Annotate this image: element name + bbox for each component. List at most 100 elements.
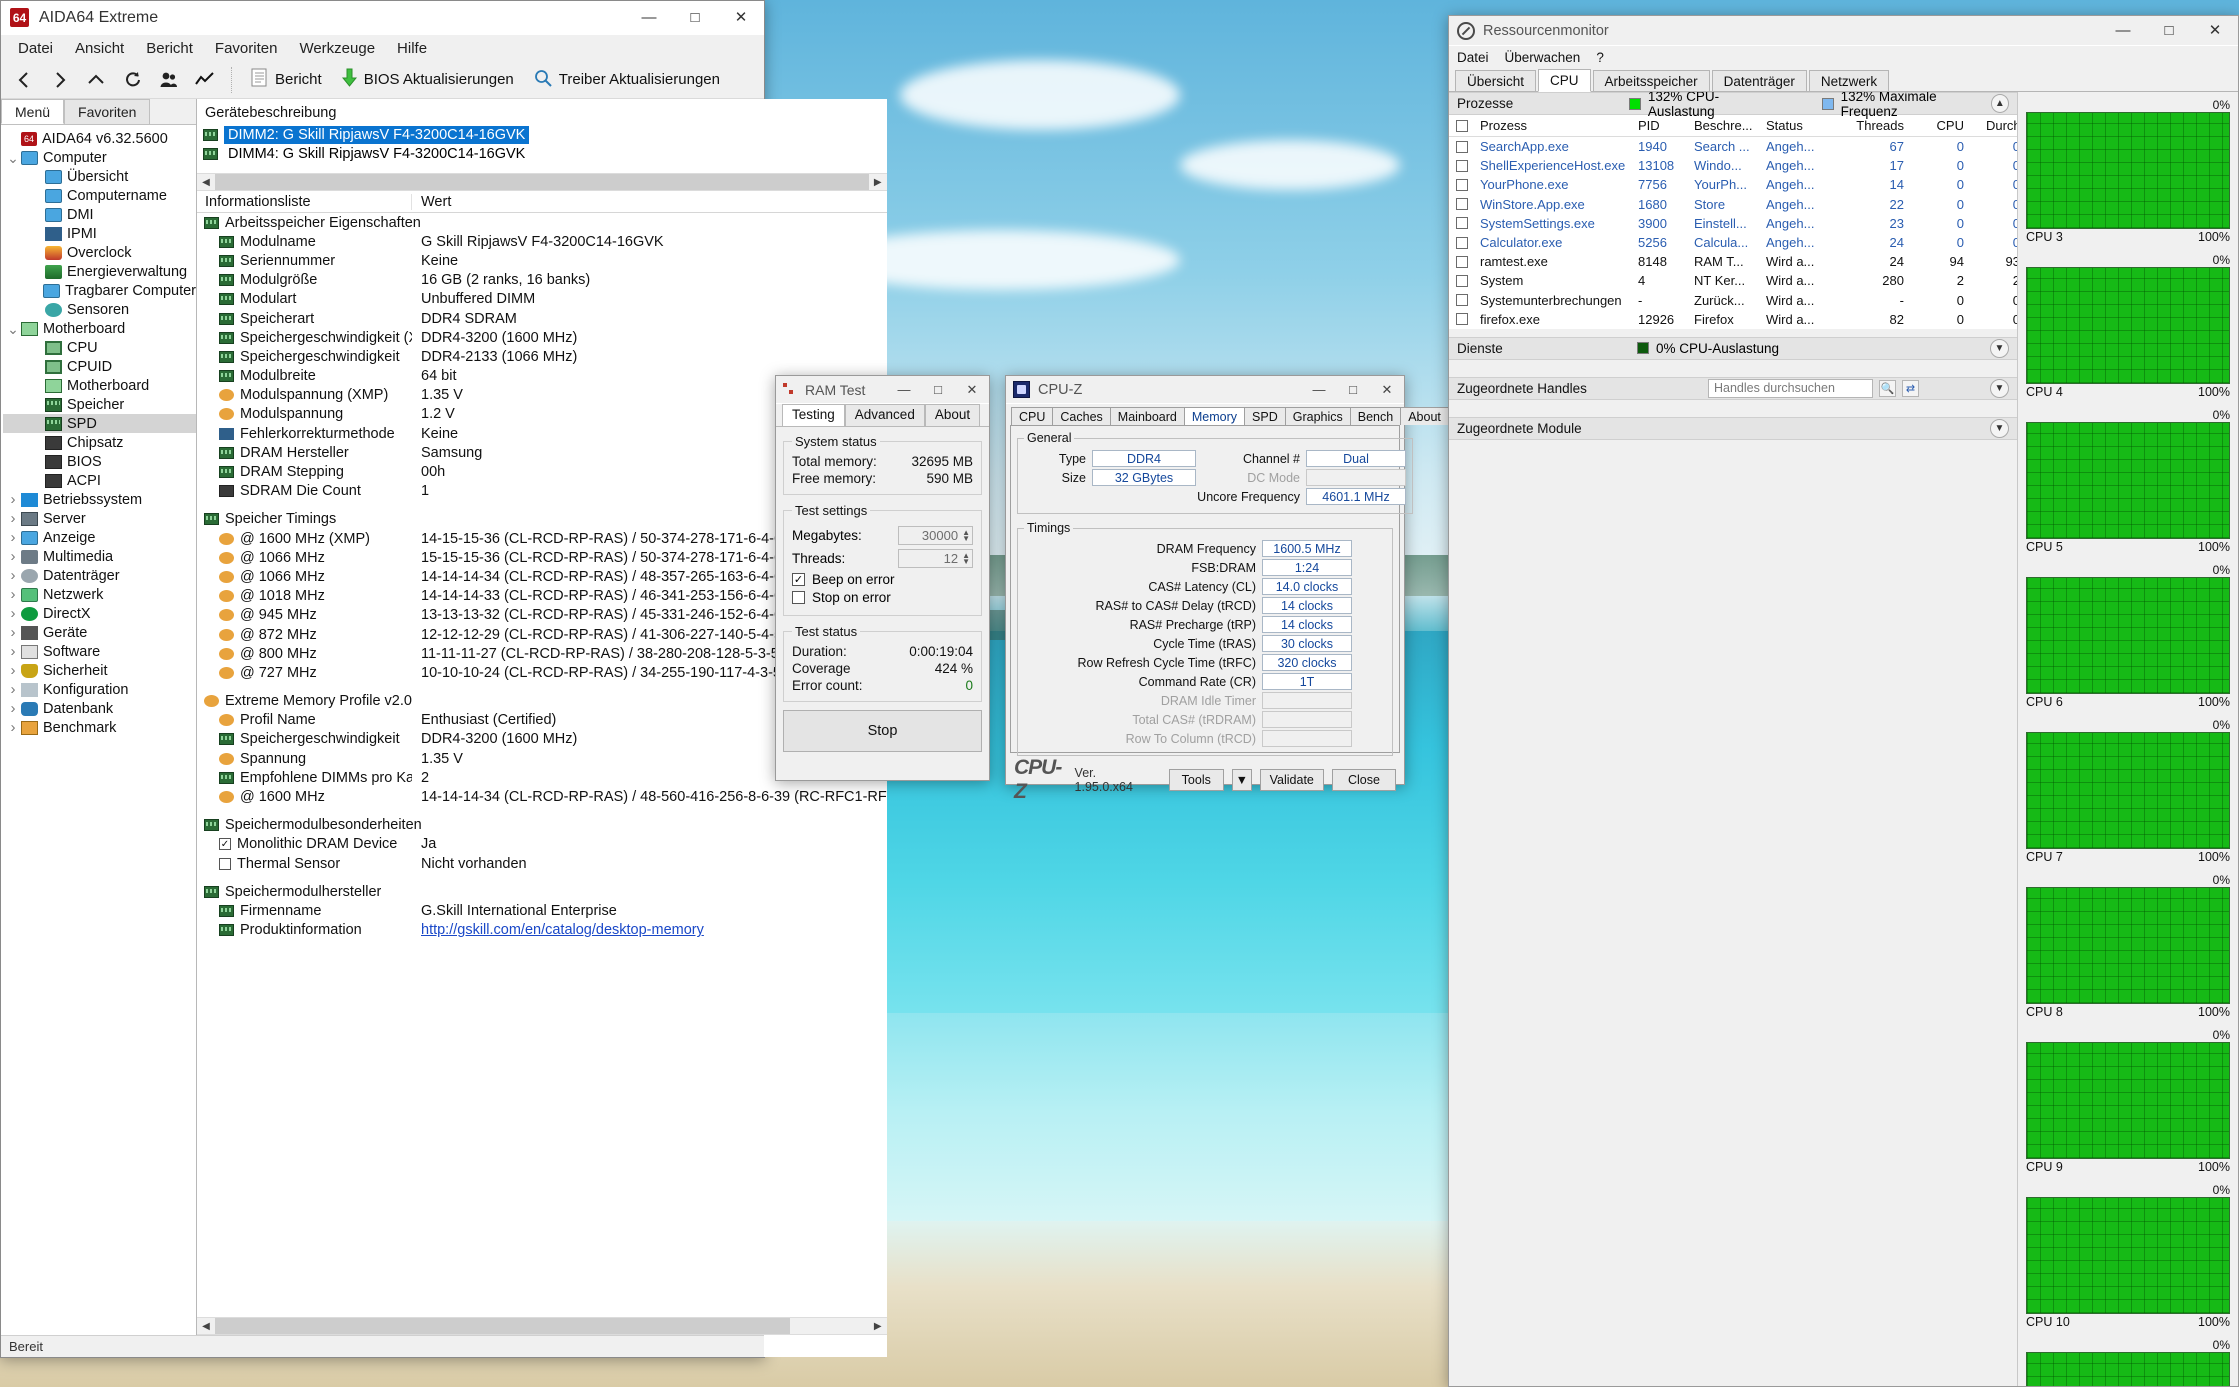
- tab-menue[interactable]: Menü: [1, 99, 65, 124]
- sidebar-item-konfiguration[interactable]: › Konfiguration: [3, 680, 196, 699]
- tab-about[interactable]: About: [924, 404, 981, 426]
- handles-search[interactable]: Handles durchsuchen 🔍 ⇄: [1708, 378, 1919, 398]
- maximize-icon[interactable]: □: [672, 1, 718, 34]
- tab-spd[interactable]: SPD: [1244, 407, 1286, 425]
- menu-ueberwachen[interactable]: Überwachen: [1505, 50, 1581, 65]
- resmon-window-buttons[interactable]: — □ ✕: [2100, 16, 2238, 45]
- hscroll-thumb[interactable]: [215, 174, 869, 190]
- filter-icon[interactable]: ⇄: [1902, 379, 1919, 397]
- select-all-checkbox[interactable]: [1449, 119, 1475, 132]
- tab-mainboard[interactable]: Mainboard: [1109, 407, 1185, 425]
- chevron-right-icon[interactable]: ›: [5, 491, 21, 508]
- sidebar-item-chipsatz[interactable]: Chipsatz: [3, 433, 196, 452]
- scroll-right-icon[interactable]: ▶: [869, 177, 887, 188]
- sidebar-item-sicherheit[interactable]: › Sicherheit: [3, 661, 196, 680]
- chevron-down-icon[interactable]: ⌄: [5, 151, 21, 165]
- sidebar-item-energieverwaltung[interactable]: Energieverwaltung: [3, 262, 196, 281]
- table-row[interactable]: Calculator.exe 5256 Calcula... Angeh... 24 00…: [1449, 233, 2017, 252]
- sidebar-item-sensoren[interactable]: Sensoren: [3, 300, 196, 319]
- close-icon[interactable]: ✕: [1370, 376, 1404, 403]
- table-row[interactable]: WinStore.App.exe 1680 Store Angeh... 22 0 0.00: [1449, 195, 2017, 214]
- handles-panel-header[interactable]: Zugeordnete Handles Handles durchsuchen …: [1449, 376, 2017, 400]
- row-checkbox[interactable]: [1449, 255, 1475, 268]
- hscroll-thumb[interactable]: [215, 1318, 791, 1334]
- product-info-link[interactable]: http://gskill.com/en/catalog/desktop-mem…: [421, 922, 704, 938]
- column-status[interactable]: Status: [1761, 118, 1837, 133]
- column-informationsliste[interactable]: Informationsliste: [197, 193, 412, 210]
- chevron-right-icon[interactable]: ›: [5, 510, 21, 527]
- sidebar-item-benchmark[interactable]: › Benchmark: [3, 718, 196, 737]
- ramtest-tabs[interactable]: Testing Advanced About: [776, 404, 989, 426]
- sidebar-item-ipmi[interactable]: IPMI: [3, 224, 196, 243]
- column-prozess[interactable]: Prozess: [1475, 118, 1633, 133]
- chevron-down-icon[interactable]: ▼: [1990, 378, 2009, 398]
- sidebar-item-computer[interactable]: ⌄ Computer: [3, 148, 196, 167]
- maximize-icon[interactable]: □: [2146, 16, 2192, 45]
- tab-cpu[interactable]: CPU: [1011, 407, 1054, 425]
- stop-on-error-checkbox[interactable]: [792, 591, 805, 604]
- sidebar-item-betriebssystem[interactable]: › Betriebssystem: [3, 490, 196, 509]
- scroll-right-icon[interactable]: ▶: [869, 1321, 887, 1332]
- validate-button[interactable]: Validate: [1259, 769, 1324, 791]
- sidebar-item-speicher[interactable]: Speicher: [3, 395, 196, 414]
- info-row[interactable]: Modulname G Skill RipjawsV F4-3200C14-16G…: [197, 232, 887, 251]
- cpuz-window-buttons[interactable]: — □ ✕: [1302, 376, 1404, 403]
- minimize-icon[interactable]: —: [887, 376, 921, 403]
- menu-hilfe[interactable]: Hilfe: [386, 37, 438, 60]
- resmon-tabs[interactable]: Übersicht CPU Arbeitsspeicher Datenträger Ne…: [1449, 68, 2238, 92]
- row-checkbox[interactable]: [1449, 236, 1475, 249]
- sidebar-item-tragbarer-computer[interactable]: Tragbarer Computer: [3, 281, 196, 300]
- maximize-icon[interactable]: □: [1336, 376, 1370, 403]
- chevron-right-icon[interactable]: ›: [5, 662, 21, 679]
- chevron-right-icon[interactable]: ›: [5, 719, 21, 736]
- stop-on-error-row[interactable]: Stop on error: [792, 590, 973, 605]
- sidebar-item-cpuid[interactable]: CPUID: [3, 357, 196, 376]
- stepper-arrows-icon[interactable]: ▲ ▼: [962, 551, 970, 565]
- sidebar-item-bersicht[interactable]: Übersicht: [3, 167, 196, 186]
- search-icon[interactable]: 🔍: [1879, 379, 1896, 397]
- services-panel-header[interactable]: Dienste 0% CPU-Auslastung ▼: [1449, 336, 2017, 360]
- tab-datentr-ger[interactable]: Datenträger: [1711, 70, 1807, 91]
- info-row[interactable]: @ 1600 MHz 14-14-14-34 (CL-RCD-RP-RAS) / …: [197, 787, 887, 806]
- info-row[interactable]: Speichergeschwindigkeit DDR4-2133 (1066 M…: [197, 347, 887, 366]
- device-item-dimm4[interactable]: DIMM4: G Skill RipjawsV F4-3200C14-16GVK: [197, 144, 887, 163]
- processes-panel-header[interactable]: Prozesse 132% CPU-Auslastung 132% Maxima…: [1449, 92, 2017, 119]
- sidebar-item-cpu[interactable]: CPU: [3, 338, 196, 357]
- sidebar-item-motherboard[interactable]: Motherboard: [3, 376, 196, 395]
- row-checkbox[interactable]: [1449, 313, 1475, 326]
- tab-favoriten[interactable]: Favoriten: [64, 99, 151, 124]
- hscroll-track[interactable]: [215, 1318, 869, 1334]
- close-icon[interactable]: ✕: [955, 376, 989, 403]
- row-checkbox[interactable]: [1449, 178, 1475, 191]
- row-checkbox[interactable]: [1449, 140, 1475, 153]
- sidebar-item-datenbank[interactable]: › Datenbank: [3, 699, 196, 718]
- sidebar-item-netzwerk[interactable]: › Netzwerk: [3, 585, 196, 604]
- menu-bericht[interactable]: Bericht: [135, 37, 204, 60]
- ramtest-titlebar[interactable]: RAM Test — □ ✕: [776, 376, 989, 404]
- table-row[interactable]: SystemSettings.exe 3900 Einstell... Angeh..…: [1449, 214, 2017, 233]
- aida64-tree[interactable]: 64 AIDA64 v6.32.5600 ⌄ Computer Übersicht Com…: [1, 125, 196, 737]
- column-durchs[interactable]: Durchs...: [1969, 118, 2017, 133]
- minimize-icon[interactable]: —: [626, 1, 672, 34]
- chart-icon[interactable]: [187, 64, 221, 96]
- row-checkbox[interactable]: [1449, 159, 1475, 172]
- row-checkbox[interactable]: [1449, 198, 1475, 211]
- driver-updates-button[interactable]: Treiber Aktualisierungen: [525, 66, 729, 94]
- sidebar-item-multimedia[interactable]: › Multimedia: [3, 547, 196, 566]
- chevron-right-icon[interactable]: ›: [5, 700, 21, 717]
- table-row[interactable]: ShellExperienceHost.exe 13108 Windo... Ange…: [1449, 156, 2017, 175]
- maximize-icon[interactable]: □: [921, 376, 955, 403]
- close-icon[interactable]: ✕: [718, 1, 764, 34]
- tab-memory[interactable]: Memory: [1183, 407, 1246, 425]
- tab-about[interactable]: About: [1400, 407, 1449, 425]
- chevron-right-icon[interactable]: ›: [5, 529, 21, 546]
- chevron-down-icon[interactable]: ▼: [1231, 769, 1252, 791]
- table-row[interactable]: SearchApp.exe 1940 Search ... Angeh... 67 0 0.…: [1449, 137, 2017, 156]
- minimize-icon[interactable]: —: [2100, 16, 2146, 45]
- tab-bench[interactable]: Bench: [1349, 407, 1402, 425]
- tab-testing[interactable]: Testing: [782, 404, 845, 426]
- chevron-down-icon[interactable]: ▼: [1990, 338, 2009, 358]
- tools-button[interactable]: Tools: [1168, 769, 1224, 791]
- chevron-right-icon[interactable]: ›: [5, 624, 21, 641]
- row-checkbox[interactable]: [1449, 217, 1475, 230]
